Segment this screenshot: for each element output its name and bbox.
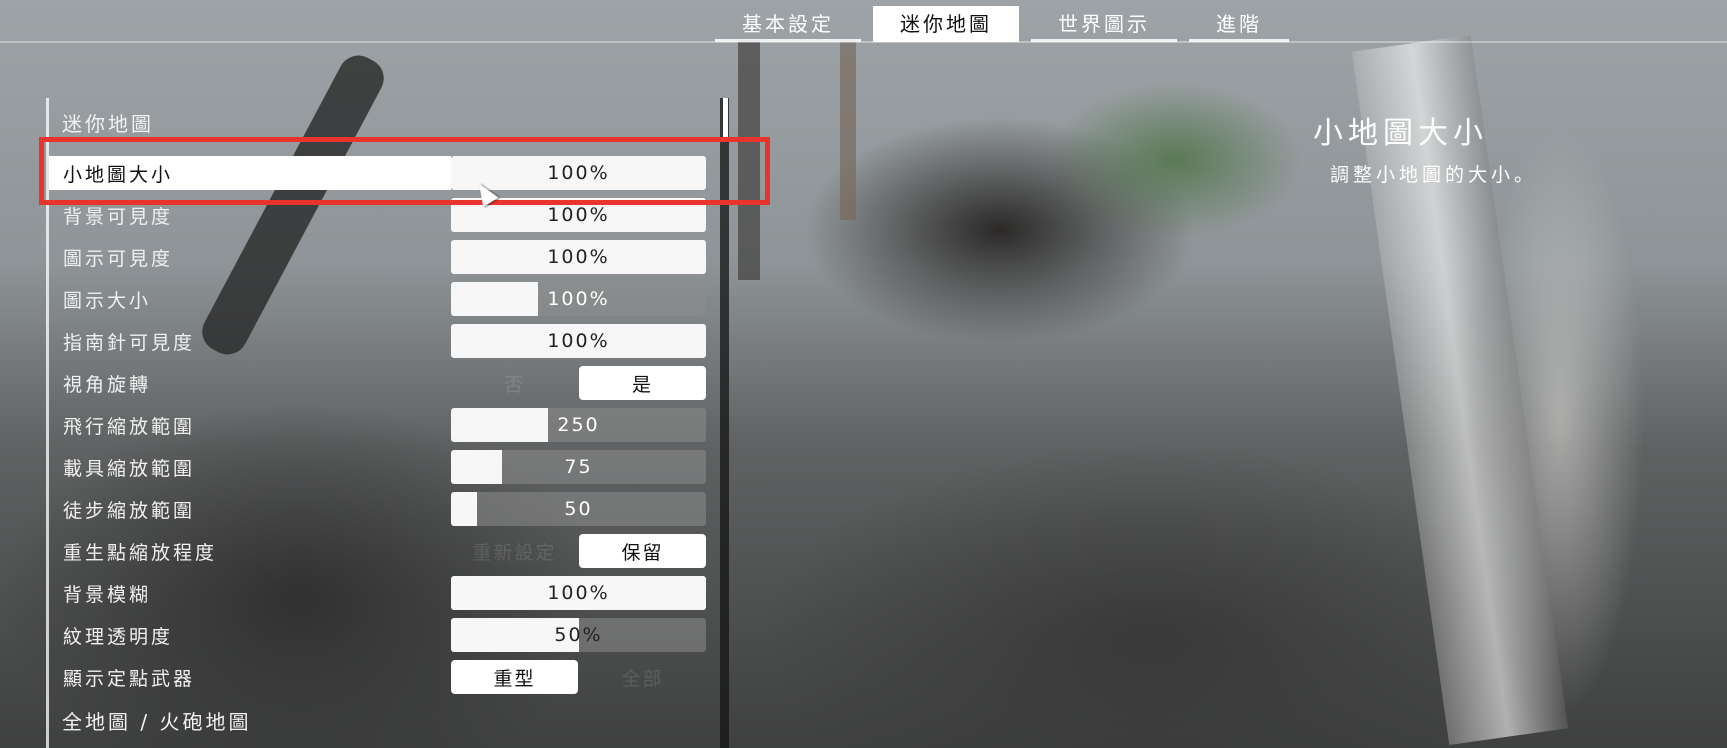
slider-value: 100% xyxy=(547,246,610,268)
scrollbar-thumb[interactable] xyxy=(723,98,728,138)
setting-label: 圖示大小 xyxy=(63,290,152,312)
tab-minimap[interactable]: 迷你地圖 xyxy=(873,6,1019,42)
setting-slider[interactable]: 50% xyxy=(451,618,706,652)
setting-slider[interactable]: 250 xyxy=(451,408,706,442)
slider-value: 250 xyxy=(557,414,600,436)
toggle-option[interactable]: 重型 xyxy=(451,660,578,694)
setting-row[interactable]: 徒步縮放範圍 50 xyxy=(49,492,707,526)
setting-row[interactable]: 重生點縮放程度 重新設定 保留 xyxy=(49,534,707,568)
setting-label: 重生點縮放程度 xyxy=(63,542,218,564)
setting-label: 顯示定點武器 xyxy=(63,668,196,690)
toggle-option[interactable]: 保留 xyxy=(579,534,706,568)
toggle-option[interactable]: 全部 xyxy=(579,660,706,694)
background-pole xyxy=(840,40,856,220)
setting-row[interactable]: 顯示定點武器 重型 全部 xyxy=(49,660,707,694)
setting-row[interactable]: 飛行縮放範圍 250 xyxy=(49,408,707,442)
setting-slider[interactable]: 100% xyxy=(451,576,706,610)
setting-label: 背景可見度 xyxy=(63,206,174,228)
toggle-option[interactable]: 否 xyxy=(451,366,578,400)
section-title-fullmap: 全地圖 / 火砲地圖 xyxy=(62,710,252,734)
tab-basic[interactable]: 基本設定 xyxy=(715,6,861,42)
setting-label: 徒步縮放範圍 xyxy=(63,500,196,522)
setting-label: 載具縮放範圍 xyxy=(63,458,196,480)
description-text: 調整小地圖的大小。 xyxy=(1330,164,1538,186)
setting-slider[interactable]: 100% xyxy=(451,240,706,274)
toggle-option[interactable]: 是 xyxy=(579,366,706,400)
highlight-annotation-box xyxy=(39,137,770,205)
setting-row[interactable]: 圖示大小 100% xyxy=(49,282,707,316)
section-title-minimap: 迷你地圖 xyxy=(62,112,154,136)
slider-value: 100% xyxy=(547,330,610,352)
slider-value: 100% xyxy=(547,288,610,310)
setting-row[interactable]: 圖示可見度 100% xyxy=(49,240,707,274)
description-title: 小地圖大小 xyxy=(1313,116,1488,151)
setting-toggle: 重型 全部 xyxy=(451,660,706,694)
setting-slider[interactable]: 100% xyxy=(451,324,706,358)
slider-value: 50 xyxy=(564,498,593,520)
setting-label: 飛行縮放範圍 xyxy=(63,416,196,438)
slider-value: 50% xyxy=(554,624,603,646)
setting-slider[interactable]: 75 xyxy=(451,450,706,484)
setting-row[interactable]: 載具縮放範圍 75 xyxy=(49,450,707,484)
setting-label: 圖示可見度 xyxy=(63,248,174,270)
setting-label: 指南針可見度 xyxy=(63,332,196,354)
tab-advanced[interactable]: 進階 xyxy=(1189,6,1289,42)
setting-label: 背景模糊 xyxy=(63,584,152,606)
slider-value: 75 xyxy=(564,456,593,478)
setting-slider[interactable]: 50 xyxy=(451,492,706,526)
slider-value: 100% xyxy=(547,582,610,604)
setting-row[interactable]: 視角旋轉 否是 xyxy=(49,366,707,400)
toggle-option[interactable]: 重新設定 xyxy=(451,534,578,568)
setting-label: 視角旋轉 xyxy=(63,374,152,396)
setting-row[interactable]: 紋理透明度 50% xyxy=(49,618,707,652)
setting-label: 紋理透明度 xyxy=(63,626,174,648)
setting-toggle: 重新設定 保留 xyxy=(451,534,706,568)
setting-slider[interactable]: 100% xyxy=(451,282,706,316)
settings-tabs: 基本設定 迷你地圖 世界圖示 進階 xyxy=(715,6,1289,42)
tab-world-icons[interactable]: 世界圖示 xyxy=(1031,6,1177,42)
setting-row[interactable]: 指南針可見度 100% xyxy=(49,324,707,358)
setting-toggle: 否是 xyxy=(451,366,706,400)
setting-row[interactable]: 背景模糊 100% xyxy=(49,576,707,610)
